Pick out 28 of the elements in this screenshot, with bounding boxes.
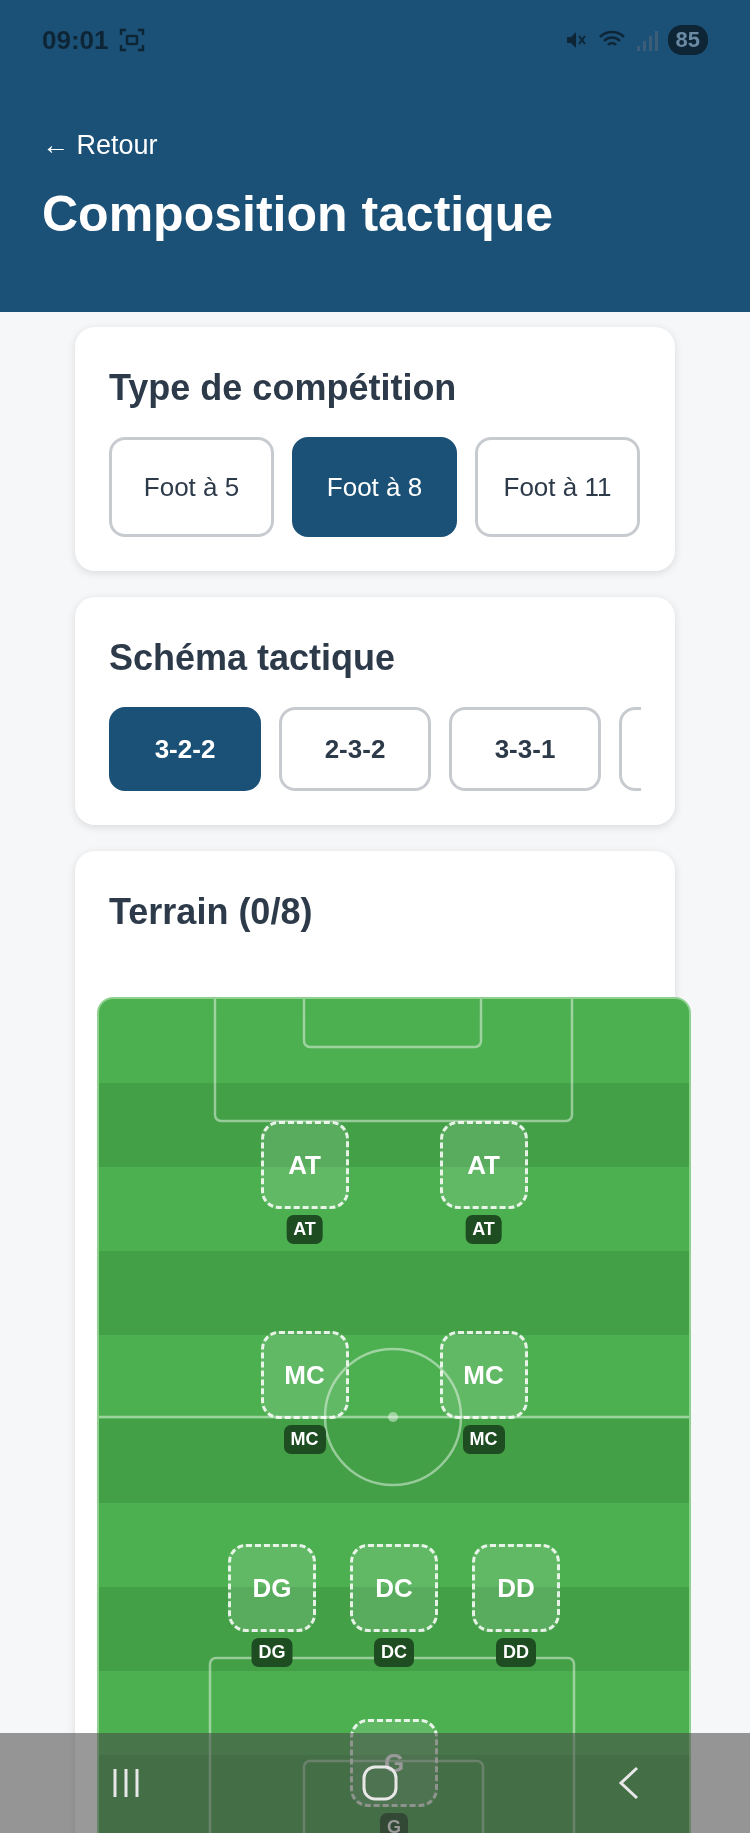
card-title: Type de compétition	[109, 367, 458, 409]
position-slot[interactable]: DG	[228, 1544, 316, 1632]
position-slot[interactable]: MC	[439, 1331, 528, 1419]
position-slot[interactable]: AT	[260, 1121, 349, 1209]
position-slot[interactable]: AT	[439, 1121, 528, 1209]
competition-option[interactable]: Foot à 5	[109, 437, 274, 537]
position-badge: MC	[283, 1425, 326, 1454]
status-time: 09:01	[42, 24, 109, 56]
scheme-option[interactable]: 3-3-1	[449, 707, 601, 791]
page-title: Composition tactique	[42, 185, 555, 243]
position-badge: G	[380, 1813, 408, 1833]
position-slot[interactable]: MC	[260, 1331, 349, 1419]
position-slot[interactable]: DD	[472, 1544, 560, 1632]
battery-level: 85	[667, 25, 708, 55]
scheme-option[interactable]: 2-3-2	[279, 707, 431, 791]
position-badge: DG	[251, 1638, 293, 1667]
position-badge: MC	[462, 1425, 505, 1454]
position-badge: AT	[286, 1215, 323, 1244]
scheme-option[interactable]: 3-2-2	[109, 707, 261, 791]
competition-option[interactable]: Foot à 11	[475, 437, 640, 537]
competition-option[interactable]: Foot à 8	[292, 437, 457, 537]
position-slot[interactable]: DC	[350, 1544, 438, 1632]
position-badge: DC	[374, 1638, 414, 1667]
back-link[interactable]: ← Retour	[42, 130, 158, 161]
position-badge: AT	[465, 1215, 502, 1244]
card-title: Schéma tactique	[109, 637, 397, 679]
position-badge: DD	[496, 1638, 536, 1667]
card-title: Terrain (0/8)	[109, 891, 314, 933]
